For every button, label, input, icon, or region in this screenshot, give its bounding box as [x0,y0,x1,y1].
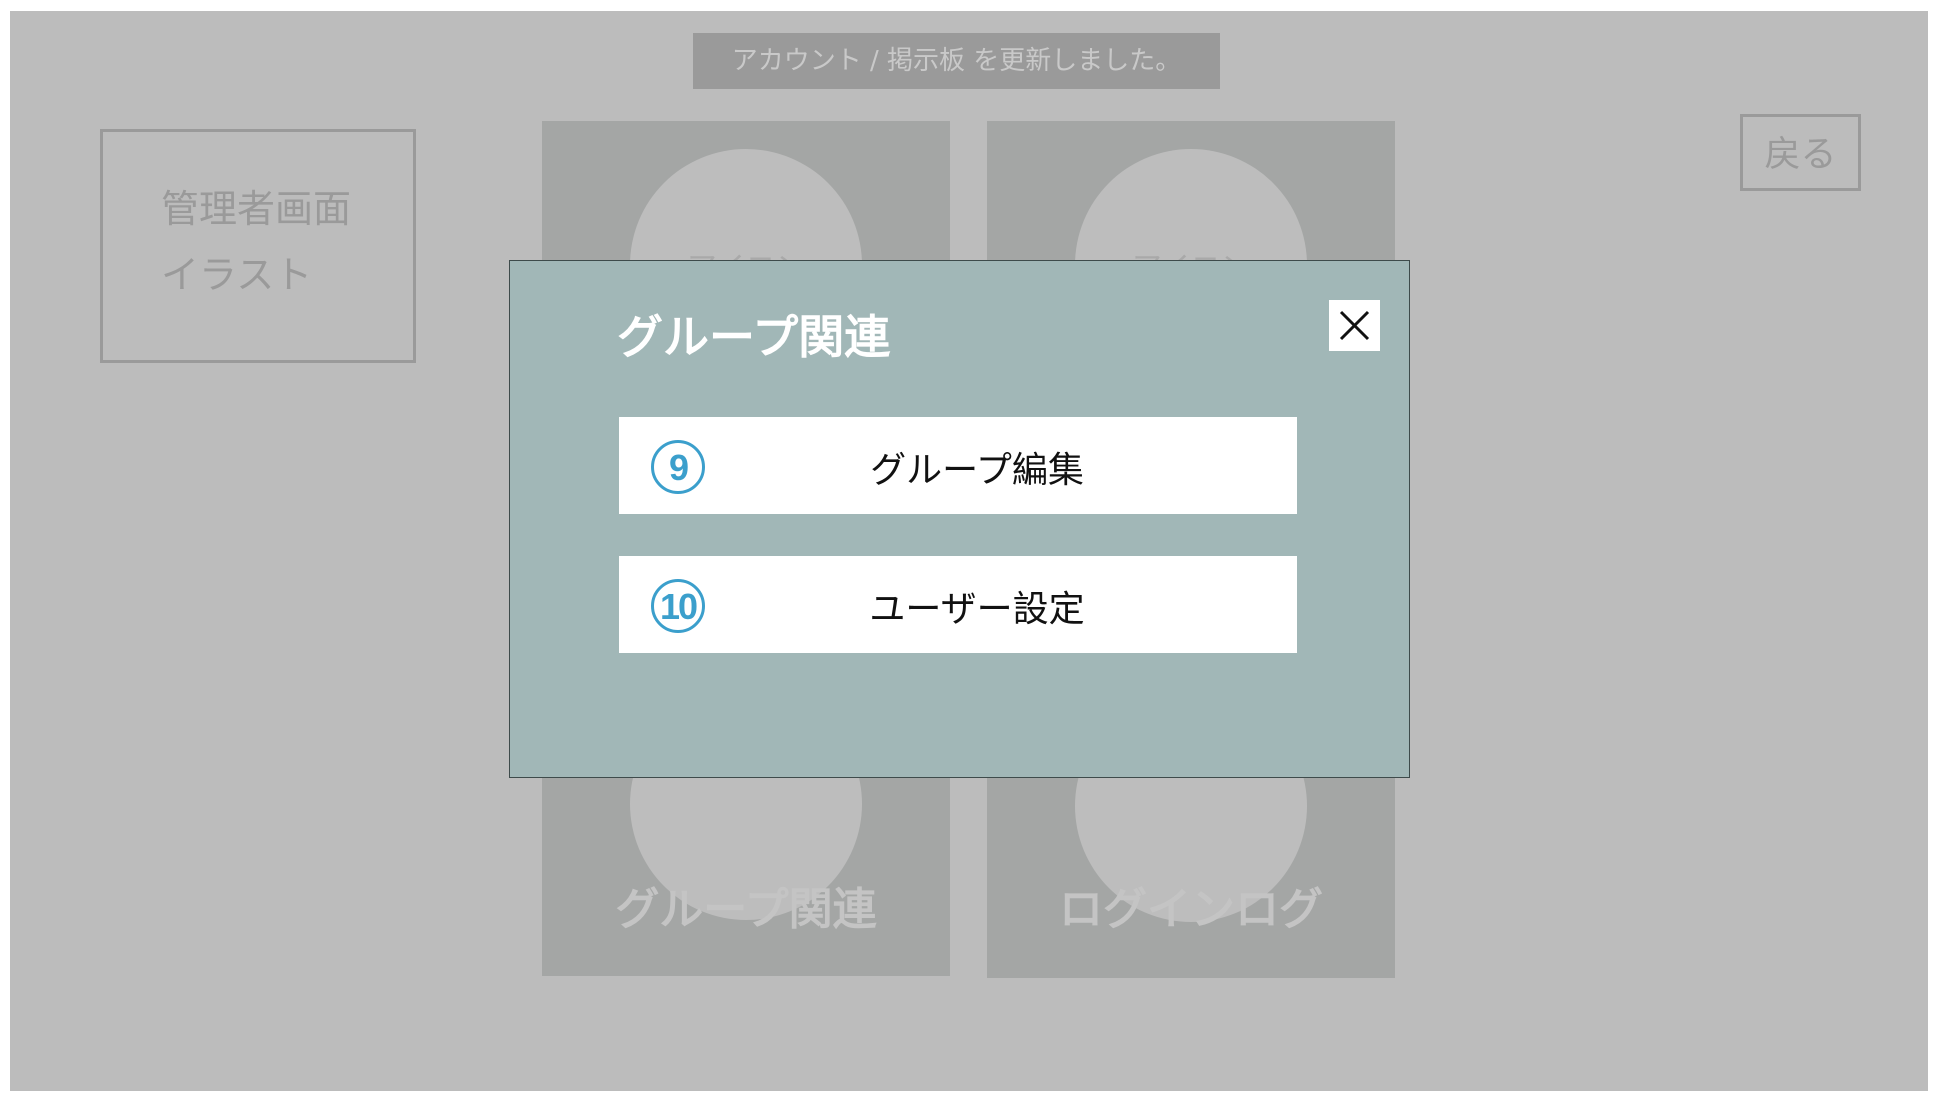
update-toast: アカウント / 掲示板 を更新しました。 [693,33,1220,89]
user-settings-button[interactable]: 10 ユーザー設定 [619,556,1297,653]
close-button[interactable] [1329,300,1380,351]
admin-illustration-placeholder: 管理者画面 イラスト [100,129,416,363]
back-button[interactable]: 戻る [1740,114,1861,191]
card-label-group: グループ関連 [615,884,877,935]
user-settings-label: ユーザー設定 [869,588,1085,629]
group-edit-button[interactable]: 9 グループ編集 [619,417,1297,514]
close-icon [1339,310,1370,341]
group-related-modal: グループ関連 9 グループ編集 10 ユーザー設定 [509,260,1410,778]
illustration-label-line2: イラスト [161,253,313,297]
group-edit-label: グループ編集 [870,449,1084,490]
card-label-login-log: ログインログ [1059,884,1323,935]
illustration-label-line1: 管理者画面 [161,187,352,231]
modal-title: グループ関連 [617,310,891,364]
